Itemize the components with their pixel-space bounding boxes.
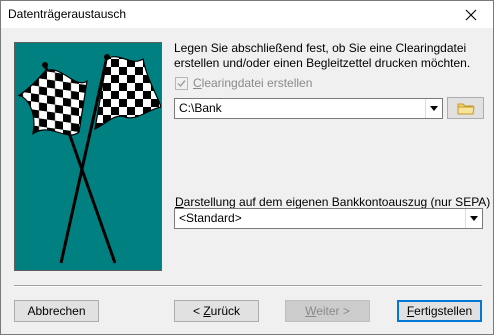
target-path-value: C:\Bank bbox=[179, 101, 222, 115]
statement-display-combobox[interactable]: <Standard> bbox=[174, 208, 483, 229]
dialog-window: Datenträgeraustausch Legen Sie abschließ… bbox=[0, 0, 494, 335]
browse-folder-button[interactable] bbox=[447, 97, 484, 119]
button-separator bbox=[14, 285, 482, 287]
statement-dropdown-button[interactable] bbox=[465, 209, 482, 228]
statement-display-value: <Standard> bbox=[179, 211, 242, 225]
close-button[interactable] bbox=[449, 1, 493, 28]
chevron-down-icon bbox=[430, 106, 438, 111]
window-title: Datenträgeraustausch bbox=[8, 7, 127, 21]
close-icon bbox=[465, 9, 477, 20]
back-button[interactable]: < Zurück bbox=[174, 300, 259, 322]
checkbox-box[interactable] bbox=[175, 76, 188, 90]
title-bar: Datenträgeraustausch bbox=[1, 1, 493, 28]
statement-display-label: Darstellung auf dem eigenen Bankkontoaus… bbox=[175, 195, 491, 209]
clearing-file-checkbox[interactable]: Clearingdatei erstellen bbox=[175, 76, 312, 90]
next-button[interactable]: Weiter > bbox=[285, 300, 370, 322]
dialog-body: Legen Sie abschließend fest, ob Sie eine… bbox=[1, 28, 493, 334]
target-path-combobox[interactable]: C:\Bank bbox=[174, 98, 443, 119]
chevron-down-icon bbox=[470, 216, 478, 221]
finish-button[interactable]: Fertigstellen bbox=[397, 300, 482, 322]
folder-icon bbox=[457, 103, 475, 115]
path-dropdown-button[interactable] bbox=[425, 99, 442, 118]
checkmark-icon bbox=[177, 79, 186, 87]
checkbox-label: Clearingdatei erstellen bbox=[193, 76, 313, 90]
checkered-flags-image bbox=[14, 42, 162, 271]
instruction-text: Legen Sie abschließend fest, ob Sie eine… bbox=[174, 41, 471, 70]
cancel-button[interactable]: Abbrechen bbox=[14, 300, 99, 322]
